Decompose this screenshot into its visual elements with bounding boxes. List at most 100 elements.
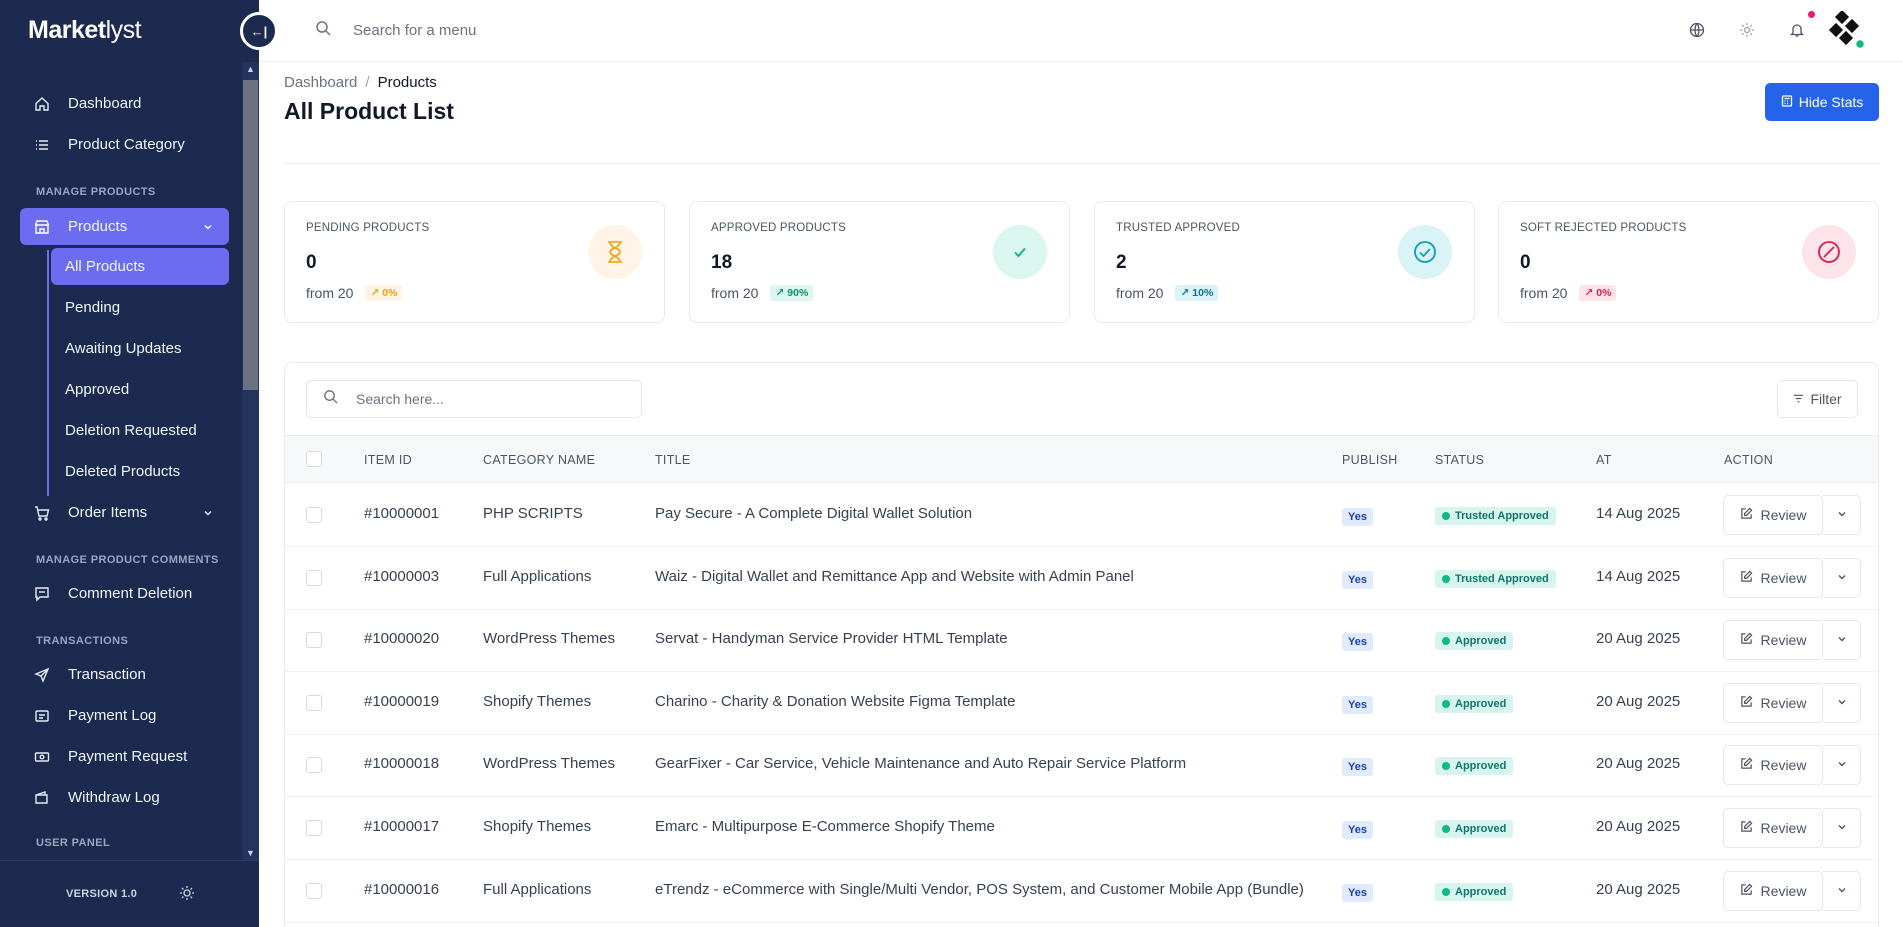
stat-value: 18 [711,252,733,273]
avatar[interactable] [1827,9,1867,51]
sidebar-item-comment-deletion[interactable]: Comment Deletion [20,575,229,612]
row-actions-dropdown[interactable] [1823,871,1861,911]
sun-icon[interactable] [179,885,195,906]
column-header-status[interactable]: STATUS [1435,453,1484,467]
table-search[interactable]: Search here... [306,380,642,418]
sidebar-nav: Dashboard Product Category MANAGE PRODUC… [0,62,242,860]
stat-label: APPROVED PRODUCTS [711,222,847,234]
gear-icon[interactable] [1739,22,1755,43]
stat-value: 2 [1116,252,1127,273]
filter-label: Filter [1810,391,1842,407]
search-icon [323,389,338,409]
column-header-publish[interactable]: PUBLISH [1342,453,1398,467]
row-checkbox[interactable] [306,757,322,773]
sidebar-scrollbar[interactable]: ▲ ▼ [242,62,259,860]
menu-search-input[interactable]: Search for a menu [353,22,476,39]
sidebar-item-withdraw-log[interactable]: Withdraw Log [20,779,229,816]
bell-icon[interactable] [1789,22,1805,43]
row-checkbox[interactable] [306,820,322,836]
row-actions-dropdown[interactable] [1823,495,1861,535]
sidebar-subitem-pending[interactable]: Pending [51,289,229,326]
product-title[interactable]: Servat - Handyman Service Provider HTML … [655,630,1008,647]
row-actions-dropdown[interactable] [1823,745,1861,785]
menu-search[interactable]: Search for a menu [315,20,476,41]
sidebar-item-products[interactable]: Products [20,208,229,245]
column-header-title[interactable]: TITLE [655,453,691,467]
breadcrumb-dashboard[interactable]: Dashboard [284,74,357,91]
row-actions-dropdown[interactable] [1823,683,1861,723]
sidebar-item-payment-log[interactable]: Payment Log [20,697,229,734]
table-row[interactable]: #10000017 Shopify Themes Emarc - Multipurp… [285,797,1878,859]
product-title[interactable]: Pay Secure - A Complete Digital Wallet S… [655,505,972,522]
list-icon [34,137,50,153]
sidebar-subitem-all-products[interactable]: All Products [51,248,229,285]
table-row[interactable]: #10000018 WordPress Themes GearFixer - Car… [285,734,1878,796]
column-header-item-id[interactable]: ITEM ID [364,453,412,467]
sidebar-item-payment-request[interactable]: Payment Request [20,738,229,775]
sidebar-item-order-items[interactable]: Order Items [20,494,229,531]
stat-from-text: from 20 [711,285,759,301]
breadcrumb-current: Products [377,74,437,91]
sidebar-subitem-deleted-products[interactable]: Deleted Products [51,453,229,490]
brand-logo[interactable]: Marketlyst [28,16,142,45]
ban-icon [1802,225,1856,279]
table-row[interactable]: #10000003 Full Applications Waiz - Digital… [285,547,1878,609]
review-label: Review [1760,507,1807,523]
trend-icon: ↗ [1584,287,1594,299]
sidebar-subitem-label: All Products [65,258,146,275]
hide-stats-button[interactable]: Hide Stats [1765,83,1879,121]
review-button[interactable]: Review [1723,683,1823,723]
send-icon [34,667,50,683]
chevron-down-icon [1837,882,1847,900]
product-title[interactable]: Charino - Charity & Donation Website Fig… [655,693,1015,710]
table-search-input[interactable]: Search here... [356,391,444,407]
sidebar-collapse-button[interactable]: ←| [240,12,278,50]
review-button[interactable]: Review [1723,745,1823,785]
product-title[interactable]: eTrendz - eCommerce with Single/Multi Ve… [655,881,1304,898]
sidebar-subitem-deletion-requested[interactable]: Deletion Requested [51,412,229,449]
search-icon [315,20,331,41]
page-title: All Product List [284,98,454,124]
row-actions-dropdown[interactable] [1823,620,1861,660]
column-header-at[interactable]: AT [1596,453,1612,467]
review-button[interactable]: Review [1723,495,1823,535]
table-row[interactable]: #10000016 Full Applications eTrendz - eCom… [285,860,1878,922]
scrollbar-thumb[interactable] [243,80,258,390]
check-icon [993,225,1047,279]
column-header-category[interactable]: CATEGORY NAME [483,453,595,467]
table-row[interactable]: #10000020 WordPress Themes Servat - Handym… [285,609,1878,671]
product-title[interactable]: GearFixer - Car Service, Vehicle Mainten… [655,755,1186,772]
sidebar: Marketlyst Dashboard Product Category MA… [0,0,259,927]
row-actions-dropdown[interactable] [1823,558,1861,598]
publish-badge: Yes [1342,758,1373,776]
status-badge: Approved [1435,632,1514,650]
review-button[interactable]: Review [1723,808,1823,848]
sidebar-subitem-awaiting-updates[interactable]: Awaiting Updates [51,330,229,367]
table-row[interactable]: #10000001 PHP SCRIPTS Pay Secure - A Compl… [285,484,1878,546]
sidebar-item-label: Comment Deletion [68,585,193,602]
review-button[interactable]: Review [1723,558,1823,598]
scroll-up-icon[interactable]: ▲ [242,64,259,74]
select-all-checkbox[interactable] [306,451,322,467]
product-title[interactable]: Waiz - Digital Wallet and Remittance App… [655,568,1134,585]
row-checkbox[interactable] [306,632,322,648]
row-checkbox[interactable] [306,570,322,586]
table-row[interactable]: #10000019 Shopify Themes Charino - Charity… [285,672,1878,734]
product-title[interactable]: Emarc - Multipurpose E-Commerce Shopify … [655,818,995,835]
sidebar-item-transaction[interactable]: Transaction [20,656,229,693]
globe-icon[interactable] [1689,22,1705,43]
sidebar-item-dashboard[interactable]: Dashboard [20,85,229,122]
review-button[interactable]: Review [1723,871,1823,911]
row-checkbox[interactable] [306,695,322,711]
sidebar-subitem-approved[interactable]: Approved [51,371,229,408]
review-button[interactable]: Review [1723,620,1823,660]
row-actions-dropdown[interactable] [1823,808,1861,848]
review-label: Review [1760,820,1807,836]
scroll-down-icon[interactable]: ▼ [242,848,259,858]
sidebar-item-product-category[interactable]: Product Category [20,126,229,163]
sidebar-item-label: Withdraw Log [68,789,160,806]
row-checkbox[interactable] [306,883,322,899]
filter-button[interactable]: Filter [1777,380,1858,418]
row-checkbox[interactable] [306,507,322,523]
stat-card-trusted-approved: TRUSTED APPROVED 2 from 20 ↗ 10% [1094,201,1475,323]
